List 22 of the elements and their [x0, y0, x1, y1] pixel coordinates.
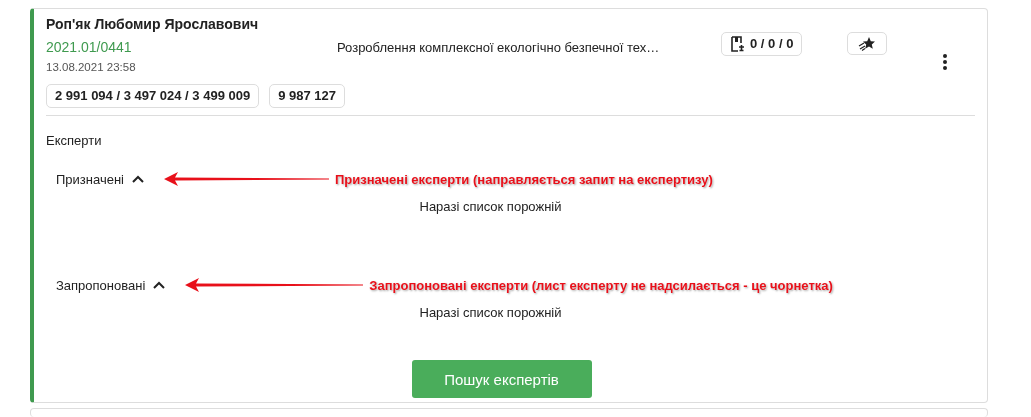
section-title: Експерти: [46, 133, 103, 148]
group-toggle[interactable]: Призначені: [56, 171, 144, 187]
more-options-icon[interactable]: [943, 54, 948, 70]
counter-text: 0 / 0 / 0: [750, 36, 794, 52]
project-code: 2021.01/0441: [46, 38, 133, 56]
amount-chip: 2 991 094 / 3 497 024 / 3 499 009: [46, 84, 260, 108]
arrow-icon: [164, 172, 329, 186]
shooting-star-icon: [858, 36, 877, 51]
group-toggle[interactable]: Запропоновані: [56, 277, 166, 293]
project-title: Розроблення комплексної екологічно безпечної тех…: [337, 40, 661, 55]
empty-list-text: Наразі список порожній: [418, 305, 563, 320]
document-icon: [730, 36, 745, 52]
date-text: 13.08.2021 23:58: [46, 60, 137, 75]
chevron-up-icon: [153, 281, 166, 289]
annotation-text: Запропоновані експерти (лист експерту не надсилається - це чорнетка): [369, 277, 833, 293]
amount-chip: 9 987 127: [269, 84, 345, 108]
chevron-up-icon: [132, 175, 144, 183]
person-name: Роп'як Любомир Ярославович: [46, 15, 260, 33]
star-button[interactable]: [847, 32, 888, 55]
arrow-icon: [185, 278, 364, 292]
annotation-text: Призначені експерти (направляється запит на експертизу): [335, 171, 713, 187]
empty-list-text: Наразі список порожній: [418, 199, 563, 214]
